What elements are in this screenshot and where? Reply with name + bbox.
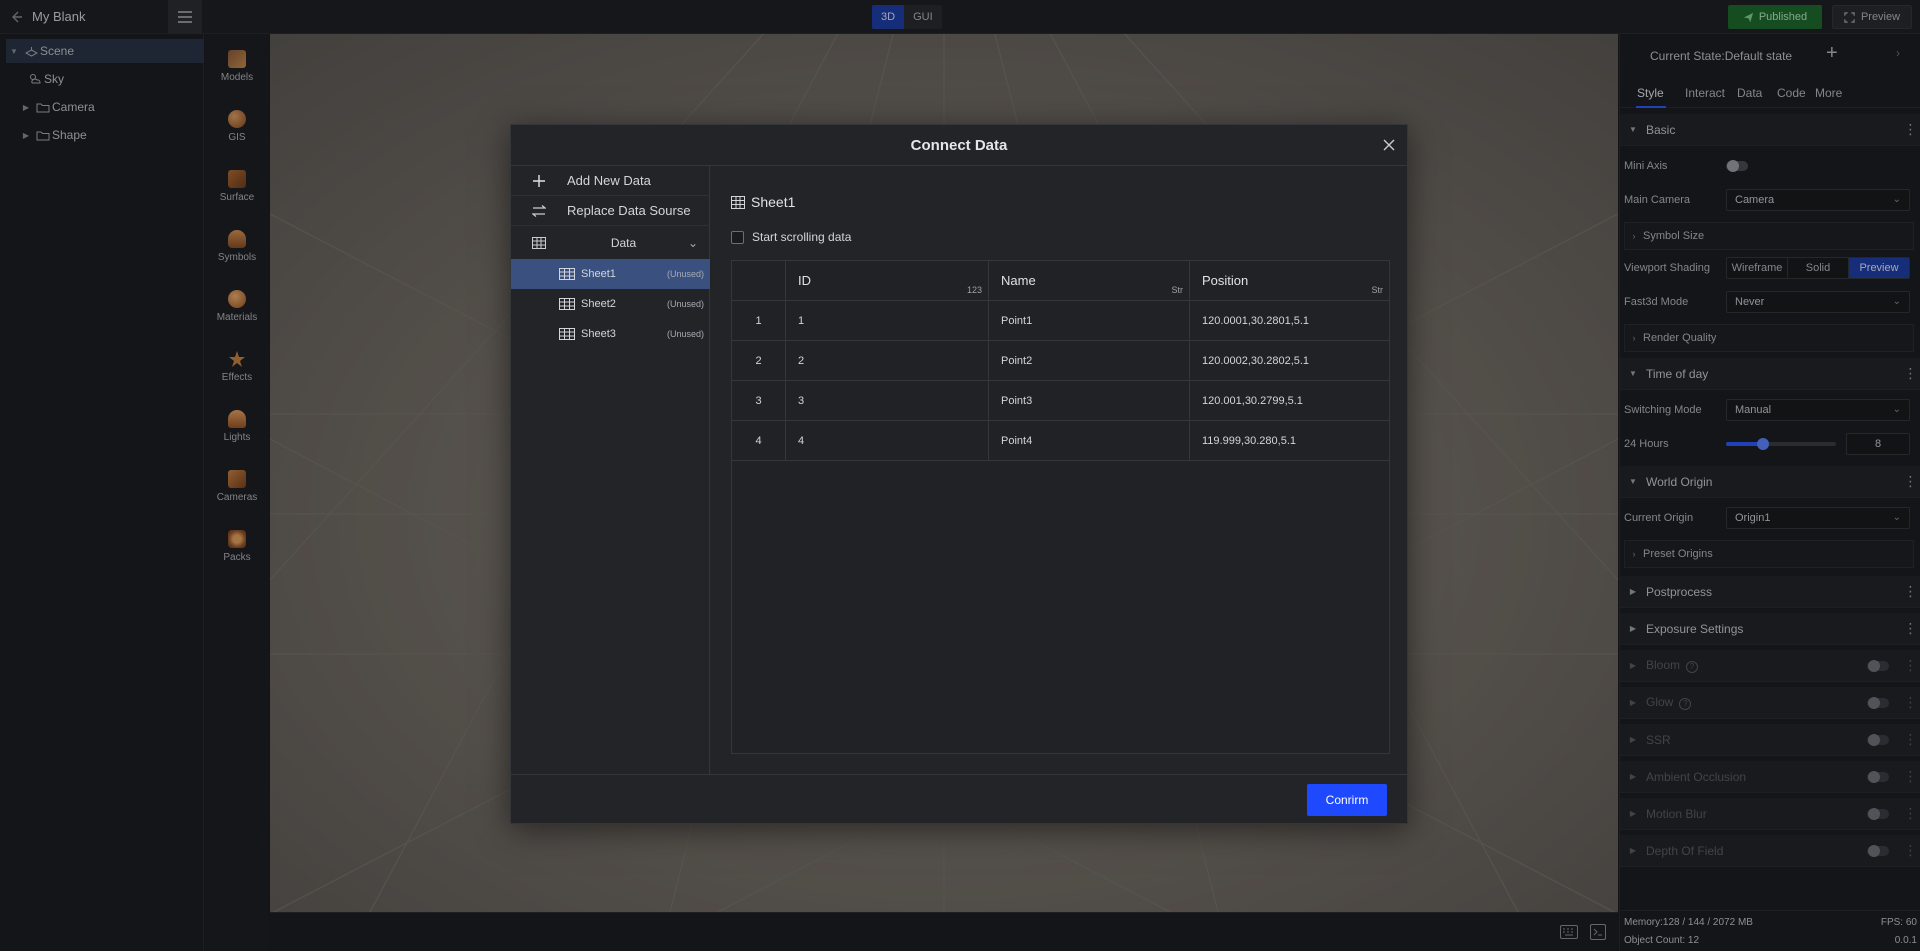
column-type-tag: 123	[966, 285, 982, 295]
column-name: Position	[1202, 273, 1249, 288]
dialog-title: Connect Data	[910, 137, 1008, 154]
sheet-status: (Unused)	[666, 329, 704, 339]
replace-data-source-button[interactable]: Replace Data Sourse	[511, 196, 710, 226]
sheet-title-text: Sheet1	[751, 194, 796, 210]
table-row[interactable]: 3 3 Point3 120.001,30.2799,5.1	[732, 381, 1389, 421]
sheet-preview: Sheet1 Start scrolling data ID 123 Name …	[711, 166, 1407, 774]
column-type-tag: Str	[1371, 285, 1383, 295]
close-icon[interactable]	[1381, 137, 1397, 153]
connect-data-dialog: Connect Data Add New Data Replace Data S…	[510, 124, 1408, 824]
table-row[interactable]: 2 2 Point2 120.0002,30.2802,5.1	[732, 341, 1389, 381]
cell-position[interactable]: 120.0002,30.2802,5.1	[1190, 341, 1389, 381]
table-icon	[731, 195, 745, 209]
column-header-id[interactable]: ID 123	[786, 261, 989, 301]
row-index: 4	[732, 421, 786, 461]
sheet-name: Sheet3	[581, 328, 616, 340]
table-row[interactable]: 4 4 Point4 119.999,30.280,5.1	[732, 421, 1389, 461]
add-new-data-button[interactable]: Add New Data	[511, 166, 710, 196]
data-table: ID 123 Name Str Position Str 1 1 Point1 …	[731, 260, 1390, 754]
column-name: Name	[1001, 273, 1036, 288]
scroll-data-label: Start scrolling data	[752, 230, 852, 244]
scroll-data-checkbox-row[interactable]: Start scrolling data	[731, 230, 851, 244]
dialog-header: Connect Data	[511, 125, 1407, 166]
sheet-item-sheet2[interactable]: Sheet2 (Unused)	[511, 289, 710, 319]
sheet-name: Sheet2	[581, 298, 616, 310]
app-root: My Blank 3D GUI Published Preview ▼ Scen…	[0, 0, 1920, 951]
sheet-status: (Unused)	[666, 299, 704, 309]
chevron-down-icon: ⌄	[687, 236, 698, 250]
column-type-tag: Str	[1171, 285, 1183, 295]
sheet-item-sheet3[interactable]: Sheet3 (Unused)	[511, 319, 710, 349]
cell-id[interactable]: 2	[786, 341, 989, 381]
add-new-data-label: Add New Data	[567, 173, 651, 188]
sheet-item-sheet1[interactable]: Sheet1 (Unused)	[511, 259, 710, 289]
column-header-name[interactable]: Name Str	[989, 261, 1190, 301]
table-row[interactable]: 1 1 Point1 120.0001,30.2801,5.1	[732, 301, 1389, 341]
swap-icon	[511, 204, 567, 217]
confirm-button[interactable]: Conrirm	[1307, 784, 1387, 816]
cell-position[interactable]: 119.999,30.280,5.1	[1190, 421, 1389, 461]
row-index: 3	[732, 381, 786, 421]
cell-position[interactable]: 120.001,30.2799,5.1	[1190, 381, 1389, 421]
data-group-header[interactable]: Data ⌄	[511, 227, 710, 259]
cell-id[interactable]: 3	[786, 381, 989, 421]
cell-name[interactable]: Point2	[989, 341, 1190, 381]
table-header-row: ID 123 Name Str Position Str	[732, 261, 1389, 301]
cell-id[interactable]: 1	[786, 301, 989, 341]
table-icon	[559, 268, 575, 280]
column-name: ID	[798, 273, 811, 288]
cell-name[interactable]: Point3	[989, 381, 1190, 421]
cell-name[interactable]: Point1	[989, 301, 1190, 341]
row-index: 2	[732, 341, 786, 381]
table-icon	[511, 237, 567, 249]
cell-position[interactable]: 120.0001,30.2801,5.1	[1190, 301, 1389, 341]
sheet-title: Sheet1	[731, 194, 795, 210]
dialog-footer: Conrirm	[511, 774, 1407, 823]
data-source-sidebar: Add New Data Replace Data Sourse Data ⌄ …	[511, 166, 710, 774]
sheet-status: (Unused)	[666, 269, 704, 279]
plus-icon	[511, 174, 567, 187]
sheet-name: Sheet1	[581, 268, 616, 280]
cell-id[interactable]: 4	[786, 421, 989, 461]
table-icon	[559, 298, 575, 310]
column-header-position[interactable]: Position Str	[1190, 261, 1389, 301]
table-header-index	[732, 261, 786, 301]
replace-data-source-label: Replace Data Sourse	[567, 203, 691, 218]
table-icon	[559, 328, 575, 340]
cell-name[interactable]: Point4	[989, 421, 1190, 461]
scroll-data-checkbox[interactable]	[731, 230, 744, 244]
row-index: 1	[732, 301, 786, 341]
